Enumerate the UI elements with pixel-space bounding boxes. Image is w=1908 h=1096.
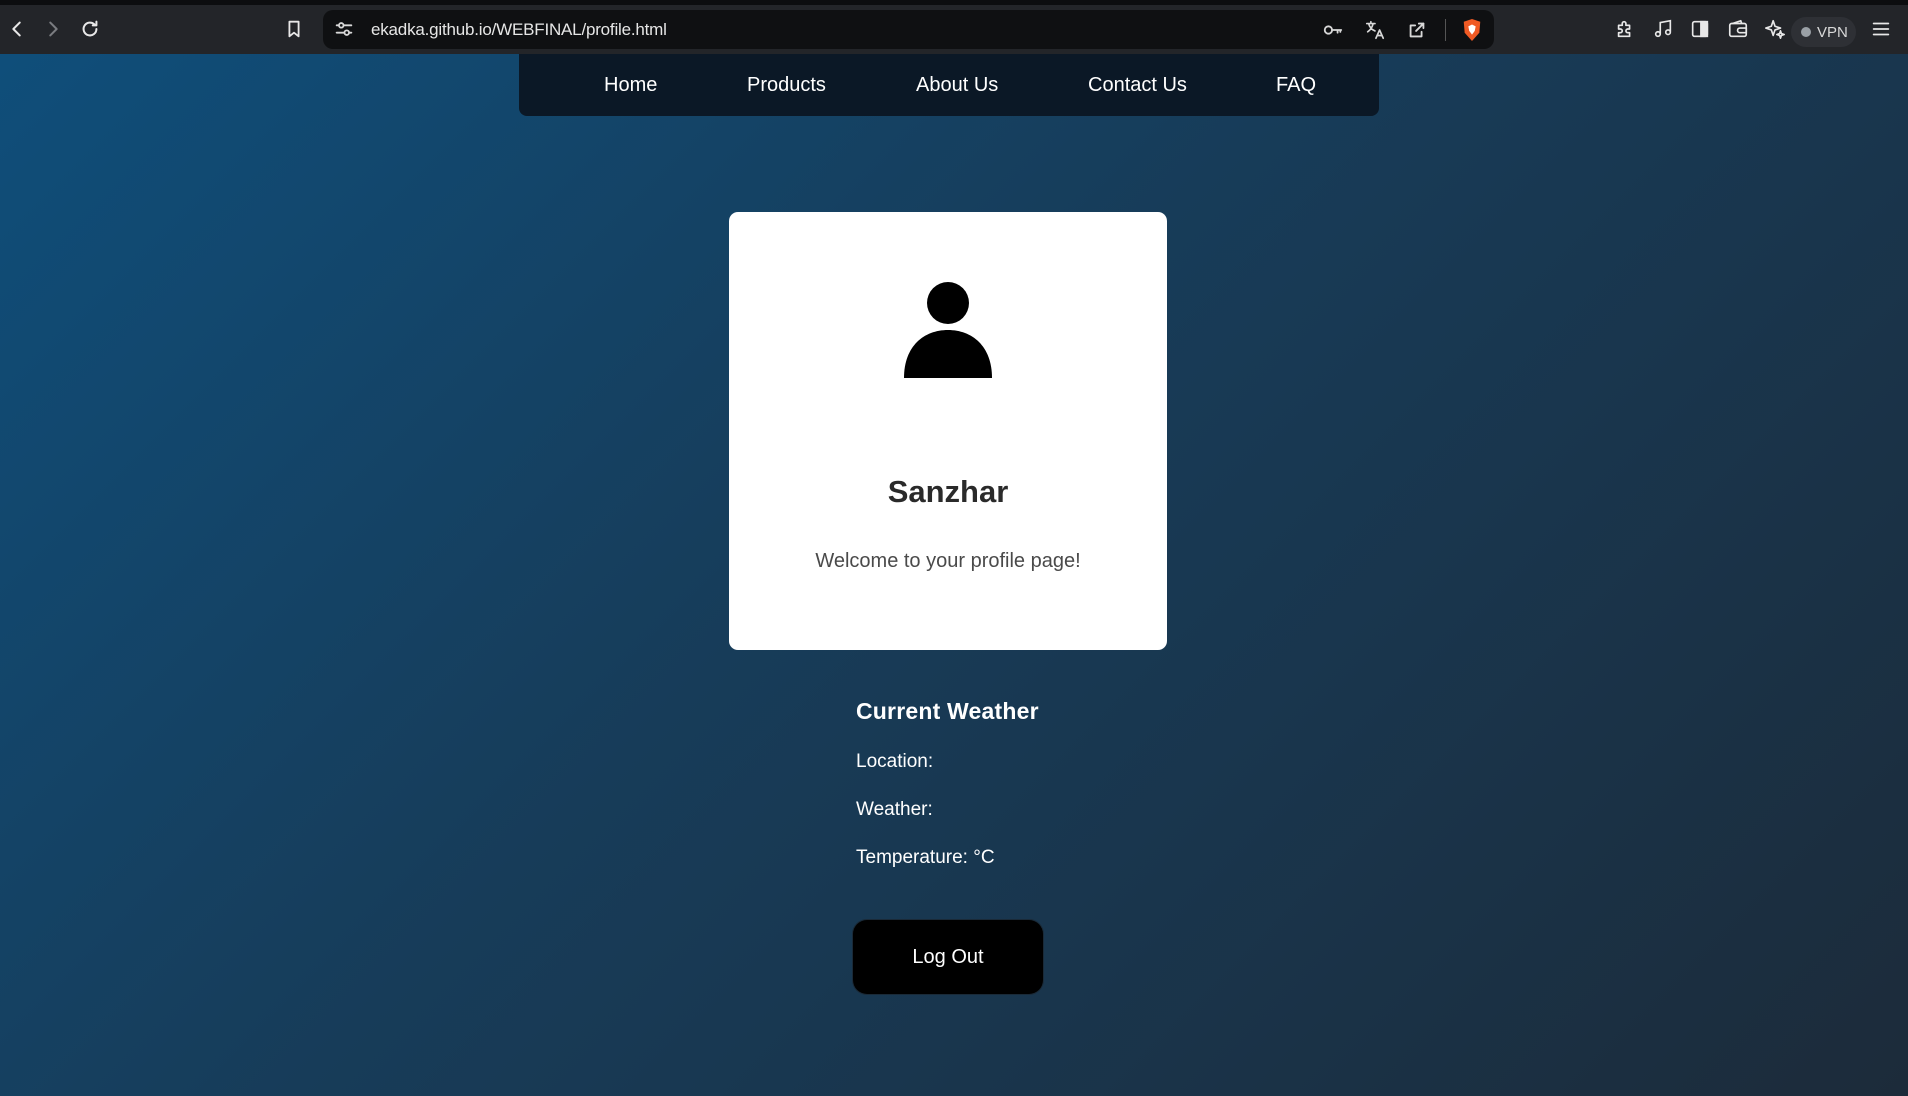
back-arrow-icon[interactable] bbox=[2, 14, 32, 44]
wallet-icon[interactable] bbox=[1723, 14, 1753, 44]
vpn-label: VPN bbox=[1817, 23, 1848, 41]
nav-faq-link[interactable]: FAQ bbox=[1276, 74, 1316, 97]
nav-contact-link[interactable]: Contact Us bbox=[1088, 74, 1187, 97]
weather-condition: Weather: bbox=[856, 799, 933, 820]
weather-title: Current Weather bbox=[856, 698, 1039, 724]
logout-button[interactable]: Log Out bbox=[853, 920, 1043, 994]
weather-location: Location: bbox=[856, 751, 934, 772]
sidebar-icon[interactable] bbox=[1685, 14, 1715, 44]
brave-shield-icon[interactable] bbox=[1460, 16, 1484, 43]
sparkle-icon[interactable] bbox=[1760, 14, 1790, 44]
site-settings-icon[interactable] bbox=[333, 18, 355, 40]
weather-temperature: Temperature: °C bbox=[856, 847, 995, 868]
welcome-message: Welcome to your profile page! bbox=[815, 550, 1081, 572]
nav-home-link[interactable]: Home bbox=[604, 74, 657, 97]
bookmark-icon[interactable] bbox=[279, 14, 309, 44]
forward-arrow-icon[interactable] bbox=[38, 14, 68, 44]
share-icon[interactable] bbox=[1403, 16, 1431, 43]
address-bar[interactable]: ekadka.github.io/WEBFINAL/profile.html bbox=[323, 10, 1494, 49]
music-note-icon[interactable] bbox=[1648, 14, 1678, 44]
puzzle-icon[interactable] bbox=[1610, 14, 1640, 44]
translate-icon[interactable] bbox=[1361, 16, 1389, 43]
vpn-status-dot bbox=[1801, 27, 1811, 37]
nav-products-link[interactable]: Products bbox=[747, 74, 826, 97]
profile-name: Sanzhar bbox=[887, 474, 1009, 509]
user-avatar-icon bbox=[904, 282, 992, 378]
reload-icon[interactable] bbox=[75, 14, 105, 44]
hamburger-menu-icon[interactable] bbox=[1866, 14, 1896, 44]
top-navbar: Home Products About Us Contact Us FAQ bbox=[519, 54, 1379, 116]
page-background: Home Products About Us Contact Us FAQ Sa… bbox=[0, 54, 1908, 1096]
nav-about-link[interactable]: About Us bbox=[916, 74, 998, 97]
vpn-button[interactable]: VPN bbox=[1791, 17, 1856, 47]
browser-toolbar: ekadka.github.io/WEBFINAL/profile.html V… bbox=[0, 0, 1908, 54]
profile-card: Sanzhar Welcome to your profile page! bbox=[729, 212, 1167, 650]
separator bbox=[1445, 18, 1446, 41]
key-icon[interactable] bbox=[1319, 16, 1347, 43]
url-text[interactable]: ekadka.github.io/WEBFINAL/profile.html bbox=[371, 10, 667, 49]
